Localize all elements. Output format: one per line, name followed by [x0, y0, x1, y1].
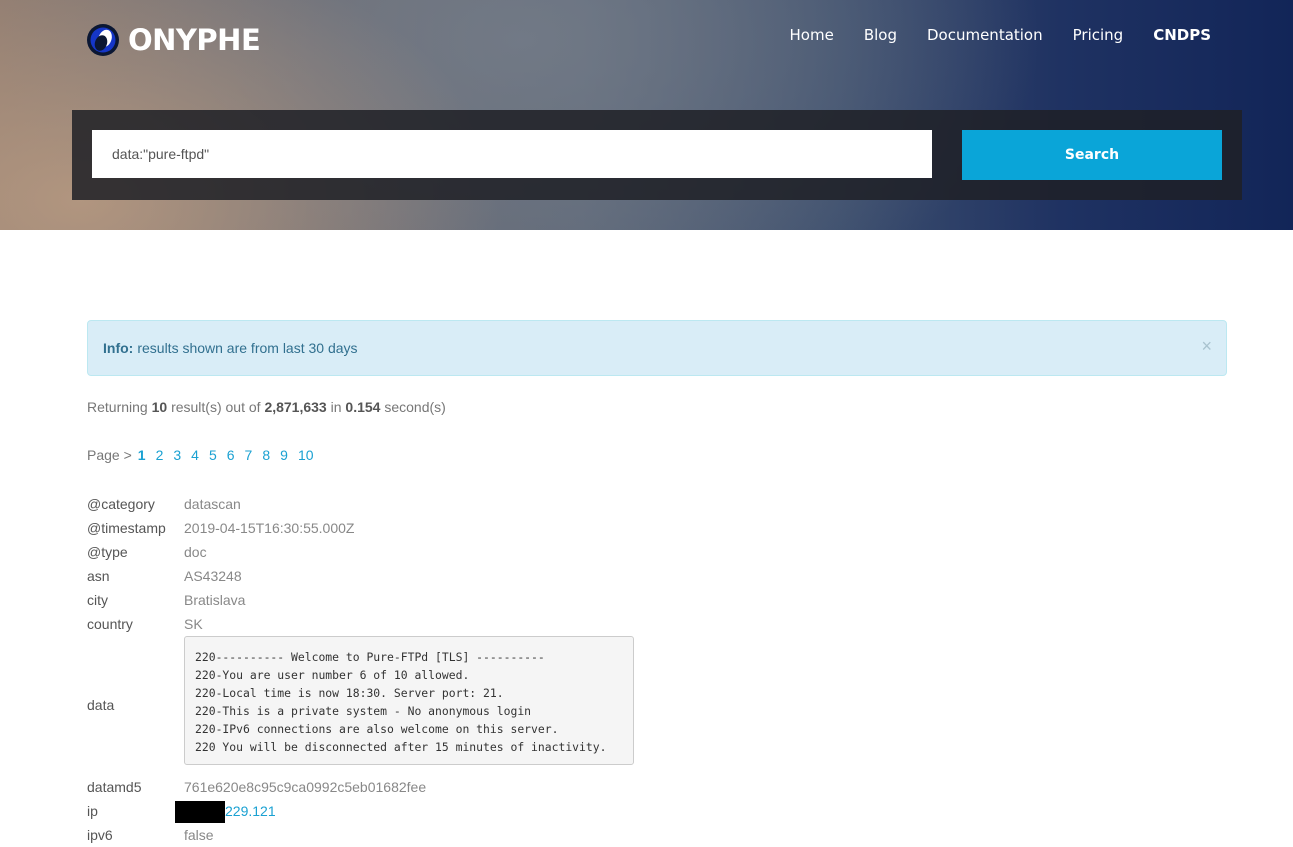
field-row-timestamp: @timestamp 2019-04-15T16:30:55.000Z — [87, 518, 354, 538]
field-key: @type — [87, 544, 128, 560]
field-value: 229.121 — [175, 801, 276, 824]
page-link-10[interactable]: 10 — [298, 447, 314, 463]
search-input[interactable] — [92, 130, 932, 178]
alert-label: Info: — [103, 340, 134, 356]
logo-text: ONYPHE — [128, 23, 261, 57]
close-icon[interactable]: × — [1201, 337, 1212, 355]
field-key: ip — [87, 803, 98, 819]
field-key: datamd5 — [87, 779, 142, 795]
summary-in: in — [330, 399, 342, 415]
info-alert: Info: results shown are from last 30 day… — [87, 320, 1227, 376]
results-summary: Returning 10 result(s) out of 2,871,633 … — [87, 399, 446, 415]
field-value: doc — [184, 544, 207, 560]
alert-message: results shown are from last 30 days — [137, 340, 358, 356]
summary-prefix: Returning — [87, 399, 148, 415]
page-link-1[interactable]: 1 — [138, 447, 146, 463]
nav-home[interactable]: Home — [790, 25, 834, 45]
summary-mid: result(s) out of — [171, 399, 261, 415]
page-link-2[interactable]: 2 — [156, 447, 164, 463]
nav-pricing[interactable]: Pricing — [1073, 25, 1124, 45]
query-time: 0.154 — [345, 399, 381, 415]
main-nav: Home Blog Documentation Pricing CNDPS — [790, 25, 1211, 45]
nav-cndps[interactable]: CNDPS — [1153, 25, 1211, 45]
nav-documentation[interactable]: Documentation — [927, 25, 1043, 45]
field-row-type: @type doc — [87, 542, 207, 562]
hero-header: ONYPHE Home Blog Documentation Pricing C… — [0, 0, 1293, 230]
field-row-ip: ip 229.121 — [87, 801, 276, 824]
field-row-country: country SK — [87, 614, 203, 634]
search-button[interactable]: Search — [962, 130, 1222, 180]
page-link-4[interactable]: 4 — [191, 447, 199, 463]
field-value: datascan — [184, 496, 241, 512]
field-value: 2019-04-15T16:30:55.000Z — [184, 520, 355, 536]
page-link-8[interactable]: 8 — [262, 447, 270, 463]
field-value: AS43248 — [184, 568, 242, 584]
logo[interactable]: ONYPHE — [86, 23, 261, 57]
page-link-9[interactable]: 9 — [280, 447, 288, 463]
result-total: 2,871,633 — [264, 399, 327, 415]
field-key: @category — [87, 496, 155, 512]
page-link-3[interactable]: 3 — [173, 447, 181, 463]
field-row-category: @category datascan — [87, 494, 241, 514]
field-key: data — [87, 697, 115, 713]
page-link-7[interactable]: 7 — [245, 447, 253, 463]
field-key: city — [87, 592, 108, 608]
field-value: false — [184, 827, 214, 843]
field-value: Bratislava — [184, 592, 246, 608]
field-value: SK — [184, 616, 203, 632]
ip-link[interactable]: 229.121 — [225, 803, 276, 819]
pagination: Page > 1 2 3 4 5 6 7 8 9 10 — [87, 447, 324, 463]
field-row-asn: asn AS43248 — [87, 566, 242, 586]
search-panel: Search — [72, 110, 1242, 200]
field-key: asn — [87, 568, 110, 584]
field-key: ipv6 — [87, 827, 113, 843]
redaction-block — [175, 801, 225, 824]
field-key: country — [87, 616, 133, 632]
field-key: @timestamp — [87, 520, 166, 536]
field-row-ipv6: ipv6 false — [87, 825, 214, 845]
nav-blog[interactable]: Blog — [864, 25, 897, 45]
result-count: 10 — [151, 399, 168, 415]
field-row-datamd5: datamd5 761e620e8c95c9ca0992c5eb01682fee — [87, 777, 426, 797]
page-link-5[interactable]: 5 — [209, 447, 217, 463]
field-row-city: city Bratislava — [87, 590, 245, 610]
onyphe-logo-icon — [87, 24, 119, 56]
page-label: Page > — [87, 447, 132, 463]
field-value: 761e620e8c95c9ca0992c5eb01682fee — [184, 779, 427, 795]
page-link-6[interactable]: 6 — [227, 447, 235, 463]
summary-suffix: second(s) — [384, 399, 446, 415]
field-row-data: data — [87, 695, 184, 715]
banner-data-box: 220---------- Welcome to Pure-FTPd [TLS]… — [184, 636, 634, 765]
